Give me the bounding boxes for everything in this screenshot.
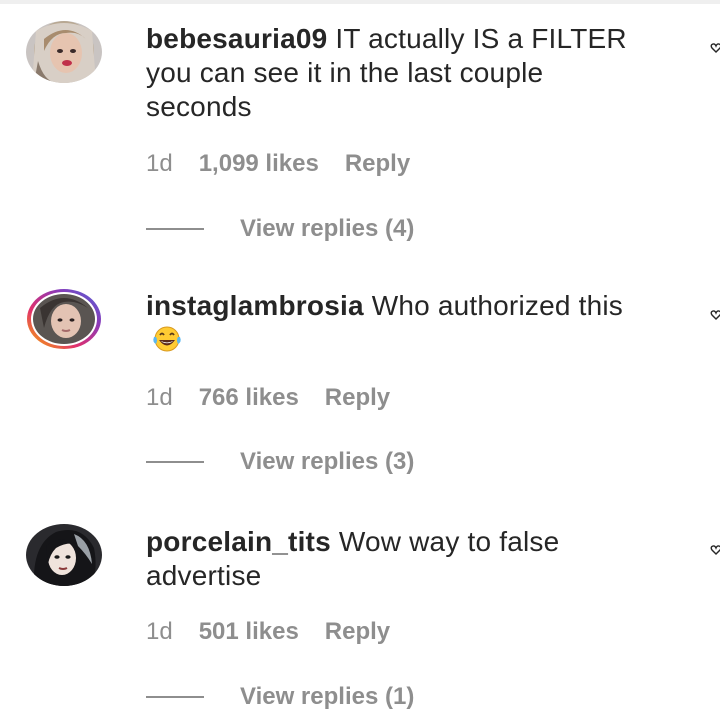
comment-time: 1d [146, 150, 173, 177]
replies-divider [146, 696, 204, 698]
likes-count[interactable]: 1,099 likes [199, 150, 319, 177]
face-with-tears-of-joy-emoji-icon [152, 325, 182, 353]
reply-button[interactable]: Reply [325, 384, 390, 411]
view-replies-button[interactable]: View replies (4) [146, 214, 414, 244]
comment-text: bebesauria09 IT actually IS a FILTER you… [146, 22, 656, 124]
avatar[interactable] [26, 524, 102, 586]
comment-meta: 1d 1,099 likes Reply [146, 150, 410, 178]
avatar[interactable] [26, 21, 102, 83]
comment-username[interactable]: bebesauria09 [146, 23, 327, 54]
comment-meta: 1d 766 likes Reply [146, 384, 390, 412]
comment-username[interactable]: instaglambrosia [146, 290, 364, 321]
profile-photo-icon [26, 524, 102, 586]
view-replies-label: View replies (4) [240, 215, 415, 242]
comment-username[interactable]: porcelain_tits [146, 526, 331, 557]
comment-text: instaglambrosia Who authorized this [146, 289, 656, 357]
top-divider [0, 0, 720, 4]
heart-icon[interactable] [710, 543, 720, 555]
likes-count[interactable]: 501 likes [199, 618, 299, 645]
comment-body: Who authorized this [363, 290, 623, 321]
view-replies-button[interactable]: View replies (1) [146, 682, 414, 712]
comment-time: 1d [146, 618, 173, 645]
reply-button[interactable]: Reply [345, 150, 410, 177]
comment-meta: 1d 501 likes Reply [146, 618, 390, 646]
likes-count[interactable]: 766 likes [199, 384, 299, 411]
profile-photo-icon [26, 21, 102, 83]
view-replies-label: View replies (1) [240, 683, 415, 710]
avatar[interactable] [26, 288, 102, 350]
replies-divider [146, 461, 204, 463]
replies-divider [146, 228, 204, 230]
profile-photo-story-ring-icon [27, 289, 101, 349]
view-replies-button[interactable]: View replies (3) [146, 447, 414, 477]
reply-button[interactable]: Reply [325, 618, 390, 645]
heart-icon[interactable] [710, 308, 720, 320]
comment-time: 1d [146, 384, 173, 411]
heart-icon[interactable] [710, 41, 720, 53]
comment-text: porcelain_tits Wow way to false advertis… [146, 525, 656, 593]
view-replies-label: View replies (3) [240, 448, 415, 475]
